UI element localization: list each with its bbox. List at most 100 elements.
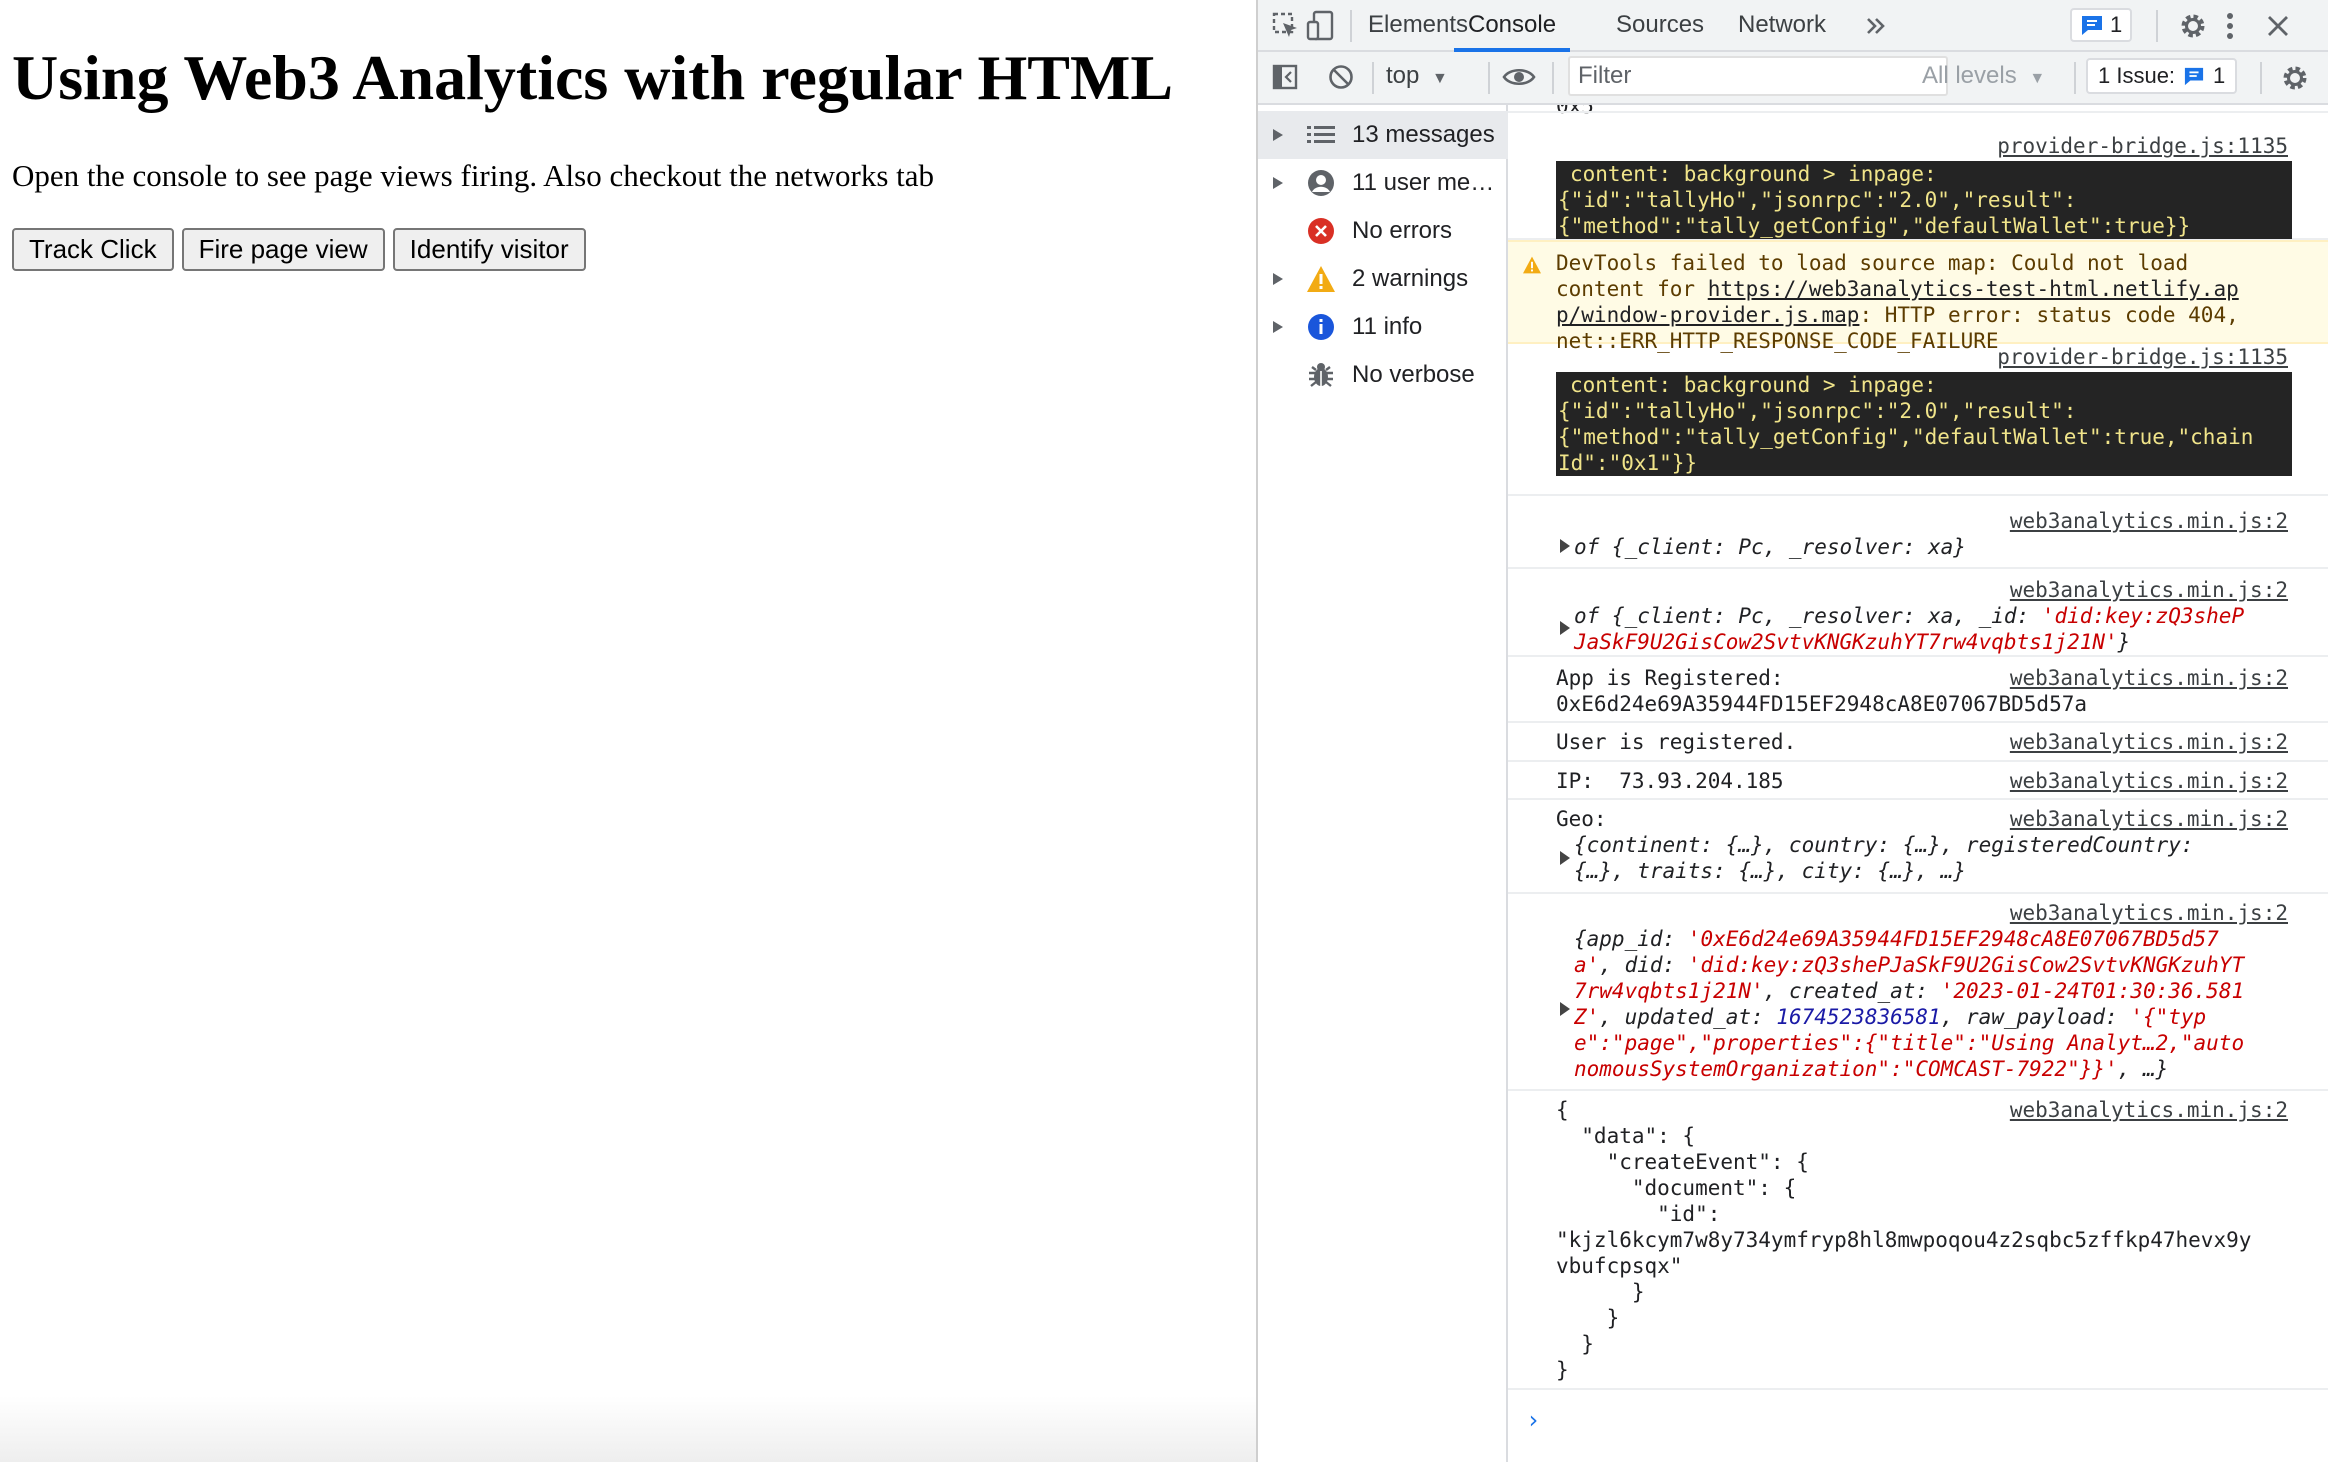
- log-value: 0xE6d24e69A35944FD15EF2948cA8E07067BD5d5…: [1556, 692, 2088, 716]
- sidebar-item-info[interactable]: 11 info: [1258, 303, 1508, 351]
- expand-object-icon[interactable]: [1560, 539, 1570, 553]
- expand-object-icon[interactable]: [1560, 851, 1570, 865]
- object-string: JaSkF9U2GisCow2SvtvKNGKzuhYT7rw4vqbts1j2…: [1574, 630, 2118, 654]
- source-link[interactable]: provider-bridge.js:1135: [1997, 344, 2288, 370]
- json-line: "kjzl6kcym7w8y734ymfryp8hl8mwpoqou4z2sqb…: [1556, 1228, 2252, 1252]
- json-line: "createEvent": {: [1556, 1150, 1809, 1174]
- json-output: { "data": { "createEvent": { "document":…: [1556, 1097, 2288, 1383]
- sidebar-item-errors[interactable]: No errors: [1258, 207, 1508, 255]
- clear-console-icon[interactable]: [1328, 64, 1354, 90]
- more-tabs-icon[interactable]: [1864, 14, 1888, 38]
- object-string: '0xE6d24e69A35944FD15EF2948cA8E07067BD5d…: [1687, 927, 2219, 951]
- object-preview[interactable]: {app_id: '0xE6d24e69A35944FD15EF2948cA8E…: [1574, 926, 2288, 1082]
- clipped-entry-border: [1508, 105, 2328, 113]
- object-preview[interactable]: of {_client: Pc, _resolver: xa, _id: 'di…: [1574, 603, 2288, 655]
- object-string: Z': [1574, 1005, 1600, 1029]
- track-click-button[interactable]: Track Click: [12, 228, 174, 271]
- context-value: top: [1386, 62, 1420, 89]
- json-line: }: [1556, 1332, 1594, 1356]
- log-label: App is Registered:: [1556, 666, 1784, 690]
- log-line: {"id":"tallyHo","jsonrpc":"2.0","result"…: [1558, 399, 2077, 423]
- levels-dropdown-icon: ▼: [2029, 70, 2046, 87]
- log-line: {"id":"tallyHo","jsonrpc":"2.0","result"…: [1558, 188, 2077, 212]
- source-link[interactable]: provider-bridge.js:1135: [1997, 133, 2288, 159]
- device-toolbar-icon[interactable]: [1306, 10, 1336, 42]
- sidebar-item-label: 11 info: [1352, 313, 1423, 340]
- live-expression-eye-icon[interactable]: [1502, 66, 1536, 88]
- object-string: nomousSystemOrganization":"COMCAST-7922"…: [1574, 1057, 2118, 1081]
- object-number: 1674523836581: [1776, 1005, 1941, 1029]
- object-preview[interactable]: of {_client: Pc, _resolver: xa}: [1574, 534, 2288, 560]
- context-selector[interactable]: top ▼: [1386, 52, 1448, 103]
- warning-text: content for: [1556, 277, 1708, 301]
- sidebar-item-verbose[interactable]: No verbose: [1258, 351, 1508, 399]
- settings-gear-icon[interactable]: [2178, 11, 2208, 41]
- console-messages-badge[interactable]: 1: [2070, 8, 2133, 42]
- json-line: }: [1556, 1358, 1569, 1382]
- more-options-icon[interactable]: [2224, 12, 2236, 40]
- object-text: {…}, traits: {…}, city: {…}, …}: [1574, 859, 1966, 883]
- tabbar-divider-2: [2156, 10, 2158, 42]
- warning-icon: [1522, 256, 1542, 274]
- log-levels-label: All levels: [1922, 62, 2017, 89]
- close-devtools-icon[interactable]: [2266, 14, 2290, 38]
- source-link[interactable]: web3analytics.min.js:2: [2010, 577, 2288, 603]
- log-message: App is Registered: 0xE6d24e69A35944FD15E…: [1556, 665, 2288, 717]
- warning-entry: DevTools failed to load source map: Coul…: [1508, 240, 2328, 353]
- issue-message-icon: [2183, 66, 2205, 86]
- object-text: {app_id:: [1574, 927, 1688, 951]
- object-string: 7rw4vqbts1j21N': [1574, 979, 1764, 1003]
- toolbar-divider-5: [2260, 62, 2262, 94]
- sidebar-item-user-messages[interactable]: 11 user me…: [1258, 159, 1508, 207]
- warning-message: DevTools failed to load source map: Coul…: [1556, 250, 2288, 354]
- expand-object-icon[interactable]: [1560, 1002, 1570, 1016]
- sidebar-item-label: No verbose: [1352, 361, 1475, 388]
- expand-arrow-icon: [1258, 272, 1298, 286]
- console-settings-gear-icon[interactable]: [2280, 63, 2310, 93]
- object-text: , …}: [2117, 1057, 2169, 1081]
- message-badge-count: 1: [2110, 12, 2123, 37]
- identify-visitor-button[interactable]: Identify visitor: [392, 228, 586, 271]
- log-entry: web3analytics.min.js:2 IP: 73.93.204.185: [1508, 762, 2328, 800]
- expand-object-icon[interactable]: [1560, 621, 1570, 635]
- object-preview[interactable]: {continent: {…}, country: {…}, registere…: [1574, 832, 2288, 884]
- list-icon: [1298, 125, 1344, 145]
- tab-console[interactable]: Console: [1454, 0, 1571, 52]
- tab-network[interactable]: Network: [1738, 0, 1826, 52]
- log-line: {"method":"tally_getConfig","defaultWall…: [1558, 425, 2254, 449]
- sidebar-item-label: 2 warnings: [1352, 265, 1469, 292]
- source-link[interactable]: web3analytics.min.js:2: [2010, 508, 2288, 534]
- object-text: , raw_payload:: [1940, 1005, 2131, 1029]
- log-message: User is registered.: [1556, 730, 1797, 754]
- user-icon: [1298, 169, 1344, 197]
- sidebar-item-label: 11 user me…: [1352, 169, 1495, 196]
- tabbar-divider: [1350, 10, 1352, 42]
- page-button-row: Track Click Fire page view Identify visi…: [12, 228, 586, 271]
- log-line: content: background > inpage:: [1570, 373, 1937, 397]
- expand-arrow-icon: [1258, 176, 1298, 190]
- sidebar-item-warnings[interactable]: 2 warnings: [1258, 255, 1508, 303]
- log-line: Id":"0x1"}}: [1558, 451, 1698, 475]
- json-line: {: [1556, 1098, 1569, 1122]
- inspect-element-icon[interactable]: [1272, 12, 1300, 40]
- page-subtitle: Open the console to see page views firin…: [12, 158, 935, 193]
- sidebar-item-label: No errors: [1352, 217, 1453, 244]
- log-levels-dropdown[interactable]: All levels ▼: [1922, 52, 2045, 103]
- toolbar-divider-3: [1552, 62, 1554, 94]
- warning-icon: [1298, 265, 1344, 293]
- issues-badge[interactable]: 1 Issue: 1: [2086, 58, 2238, 94]
- tab-sources[interactable]: Sources: [1616, 0, 1704, 52]
- issues-count: 1: [2213, 63, 2226, 88]
- source-link[interactable]: web3analytics.min.js:2: [2010, 900, 2288, 926]
- source-map-link[interactable]: https://web3analytics-test-html.netlify.…: [1708, 277, 2239, 301]
- sidebar-item-messages[interactable]: 13 messages: [1258, 111, 1508, 159]
- object-text: , did:: [1599, 953, 1688, 977]
- console-input[interactable]: [1558, 1395, 2328, 1445]
- fire-page-view-button[interactable]: Fire page view: [181, 228, 385, 271]
- toolbar-divider-4: [2074, 62, 2076, 94]
- console-prompt-chevron-icon[interactable]: ›: [1526, 1407, 1540, 1433]
- source-map-link[interactable]: p/window-provider.js.map: [1556, 303, 1859, 327]
- console-filter-input[interactable]: [1568, 56, 1948, 96]
- object-text: of {_client: Pc, _resolver: xa, _id:: [1574, 604, 2042, 628]
- sidebar-toggle-icon[interactable]: [1272, 64, 1298, 90]
